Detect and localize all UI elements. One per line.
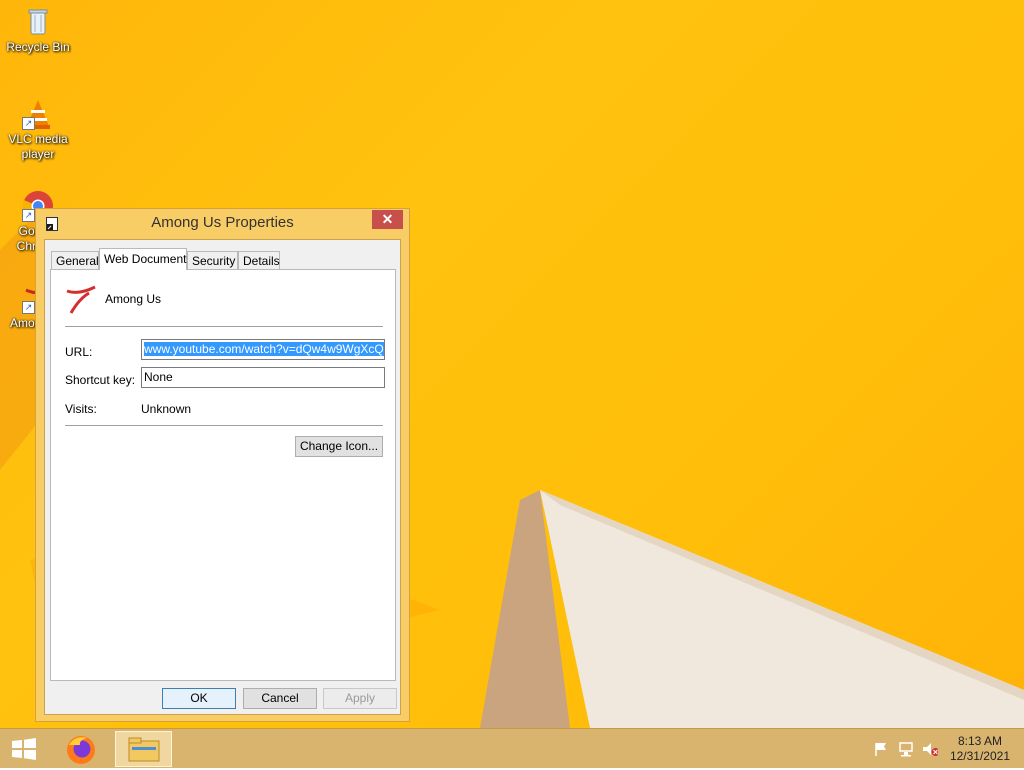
url-label: URL: (65, 345, 93, 359)
shortcut-arrow-icon: ↗ (22, 301, 35, 314)
recycle-bin-icon (22, 6, 54, 38)
taskbar-file-explorer[interactable] (115, 731, 172, 767)
dialog-client-area: General Web Document Security Details Am… (44, 239, 401, 715)
close-button[interactable]: ✕ (372, 210, 403, 229)
apply-button[interactable]: Apply (323, 688, 397, 709)
visits-value: Unknown (141, 402, 192, 416)
tab-security[interactable]: Security (187, 251, 238, 269)
shortcut-key-label: Shortcut key: (65, 373, 136, 387)
taskbar: 8:13 AM 12/31/2021 (0, 728, 1024, 768)
action-center-flag-icon[interactable] (873, 741, 889, 757)
clock-date: 12/31/2021 (949, 749, 1010, 763)
windows-start-icon[interactable] (10, 737, 38, 761)
properties-dialog: Among Us Properties ✕ General Web Docume… (35, 208, 410, 722)
url-value: www.youtube.com/watch?v=dQw4w9WgXcQ (144, 342, 384, 356)
item-icon (66, 285, 96, 314)
tab-general[interactable]: General (51, 251, 99, 269)
desktop-icon-vlc[interactable]: ↗ VLC media player (2, 98, 74, 162)
visits-label: Visits: (65, 402, 97, 416)
tab-details[interactable]: Details (238, 251, 280, 269)
desktop: Recycle Bin ↗ VLC media player ↗ Google … (0, 0, 1024, 728)
web-document-panel: Among Us URL: www.youtube.com/watch?v=dQ… (50, 269, 396, 681)
firefox-icon (67, 736, 95, 764)
dialog-title: Among Us Properties (151, 214, 294, 231)
vlc-cone-icon: ↗ (22, 98, 54, 130)
shortcut-key-field[interactable]: None (141, 367, 385, 388)
dialog-titlebar[interactable]: Among Us Properties ✕ (36, 209, 409, 239)
url-field[interactable]: www.youtube.com/watch?v=dQw4w9WgXcQ (141, 339, 385, 360)
system-clock[interactable]: 8:13 AM 12/31/2021 (950, 734, 1010, 764)
item-name: Among Us (105, 292, 162, 306)
clock-time: 8:13 AM (957, 734, 1002, 748)
file-explorer-icon (128, 737, 160, 762)
tab-web-document[interactable]: Web Document (99, 248, 187, 270)
separator (65, 326, 383, 327)
cancel-button[interactable]: Cancel (243, 688, 317, 709)
separator (65, 425, 383, 426)
shortcut-arrow-icon: ↗ (22, 209, 35, 222)
change-icon-button[interactable]: Change Icon... (295, 436, 383, 457)
network-icon[interactable] (898, 741, 914, 757)
volume-muted-icon[interactable] (922, 741, 938, 757)
desktop-icon-label: VLC media player (8, 132, 68, 161)
ok-button[interactable]: OK (162, 688, 236, 709)
desktop-icon-recycle-bin[interactable]: Recycle Bin (2, 6, 74, 55)
shortcut-arrow-icon: ↗ (22, 117, 35, 130)
desktop-icon-label: Recycle Bin (6, 40, 70, 54)
taskbar-firefox[interactable] (53, 731, 109, 767)
